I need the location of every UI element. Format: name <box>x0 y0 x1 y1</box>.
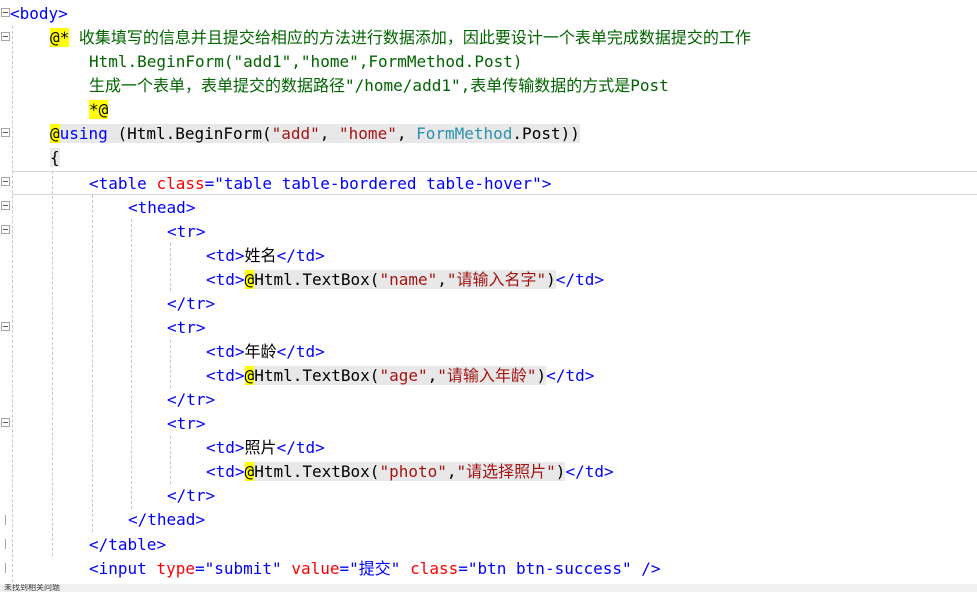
fold-toggle-icon[interactable] <box>1 32 10 41</box>
brace: { <box>50 148 60 167</box>
comment-text: 收集填写的信息并且提交给相应的方法进行数据添加，因此要设计一个表单完成数据提交的… <box>69 28 751 47</box>
razor-comment-end: *@ <box>89 100 109 119</box>
code-line: <tr> <box>167 318 206 337</box>
code-line: <tr> <box>167 222 206 241</box>
html-tag: input <box>98 559 147 578</box>
code-line: </tr> <box>167 486 216 505</box>
string-literal: "请输入年龄" <box>437 366 537 385</box>
fold-toggle-icon[interactable] <box>1 225 10 234</box>
indent-guide <box>170 340 171 388</box>
fold-line-icon <box>5 539 6 549</box>
fold-toggle-icon[interactable] <box>1 201 10 210</box>
method-name: TextBox <box>302 270 370 289</box>
method-name: TextBox <box>302 366 370 385</box>
indent-guide <box>170 243 171 291</box>
code-line: <body> <box>10 4 68 23</box>
html-tag: body <box>19 4 59 23</box>
code-line: <thead> <box>128 198 196 217</box>
code-line: </tr> <box>167 390 216 409</box>
string-literal: "add" <box>271 124 320 143</box>
code-line: <td>姓名</td> <box>206 246 325 265</box>
string-literal: "photo" <box>379 462 447 481</box>
fold-toggle-icon[interactable] <box>1 8 10 17</box>
html-tag: thead <box>137 198 186 217</box>
cell-text: 姓名 <box>244 246 277 265</box>
indent-guide <box>131 219 132 509</box>
string-literal: "home" <box>339 124 397 143</box>
method-name: BeginForm <box>175 124 262 143</box>
status-bar: 未找到相关问题 <box>0 584 977 592</box>
type-name: FormMethod <box>416 124 513 143</box>
fold-line-icon <box>5 563 6 573</box>
code-line: <td>照片</td> <box>206 438 325 457</box>
code-line: <td>年龄</td> <box>206 342 325 361</box>
fold-toggle-icon[interactable] <box>1 322 10 331</box>
code-line: <td>@Html.TextBox("age","请输入年龄")</td> <box>206 366 595 385</box>
code-line: @using (Html.BeginForm("add", "home", Fo… <box>50 124 580 143</box>
string-literal: "请输入名字" <box>446 270 547 289</box>
string-literal: "age" <box>379 366 428 385</box>
code-line: { <box>50 146 60 170</box>
string-literal: "name" <box>379 270 438 289</box>
code-line: Html.BeginForm("add1","home",FormMethod.… <box>89 50 522 74</box>
code-line: </table> <box>89 535 167 554</box>
comment-text: Html.BeginForm("add1","home",FormMethod.… <box>89 52 523 71</box>
indent-guide <box>52 171 53 556</box>
code-line: <table class="table table-bordered table… <box>89 174 552 193</box>
method-name: TextBox <box>302 462 370 481</box>
code-line: *@ <box>89 98 109 122</box>
fold-toggle-icon[interactable] <box>1 418 10 427</box>
code-line: <td>@Html.TextBox("photo","请选择照片")</td> <box>206 462 614 481</box>
fold-toggle-icon[interactable] <box>1 128 10 137</box>
code-line: </thead> <box>128 510 206 529</box>
code-editor[interactable]: <body> @* 收集填写的信息并且提交给相应的方法进行数据添加，因此要设计一… <box>0 0 977 592</box>
code-line: @* 收集填写的信息并且提交给相应的方法进行数据添加，因此要设计一个表单完成数据… <box>50 26 751 50</box>
fold-toggle-icon[interactable] <box>1 177 10 186</box>
cell-text: 年龄 <box>244 342 277 361</box>
indent-guide <box>92 195 93 532</box>
attr-name: class <box>156 174 205 193</box>
html-tag: tr <box>176 222 196 241</box>
code-line: <td>@Html.TextBox("name","请输入名字")</td> <box>206 270 604 289</box>
fold-line-icon <box>5 515 6 525</box>
code-line: </tr> <box>167 294 216 313</box>
indent-guide <box>170 436 171 484</box>
razor-comment-start: @* <box>50 28 70 47</box>
string-literal: "请选择照片" <box>456 462 556 481</box>
indent-guide <box>12 26 13 582</box>
comment-text: 生成一个表单，表单提交的数据路径"/home/add1",表单传输数据的方式是P… <box>89 76 669 95</box>
attr-value: "table table-bordered table-hover" <box>214 174 542 193</box>
cell-text: 照片 <box>244 438 277 457</box>
code-line: <input type="submit" value="提交" class="b… <box>89 559 661 578</box>
html-tag: table <box>98 174 147 193</box>
code-line: 生成一个表单，表单提交的数据路径"/home/add1",表单传输数据的方式是P… <box>89 74 669 98</box>
code-line: <tr> <box>167 414 206 433</box>
using-keyword: using <box>59 124 108 143</box>
